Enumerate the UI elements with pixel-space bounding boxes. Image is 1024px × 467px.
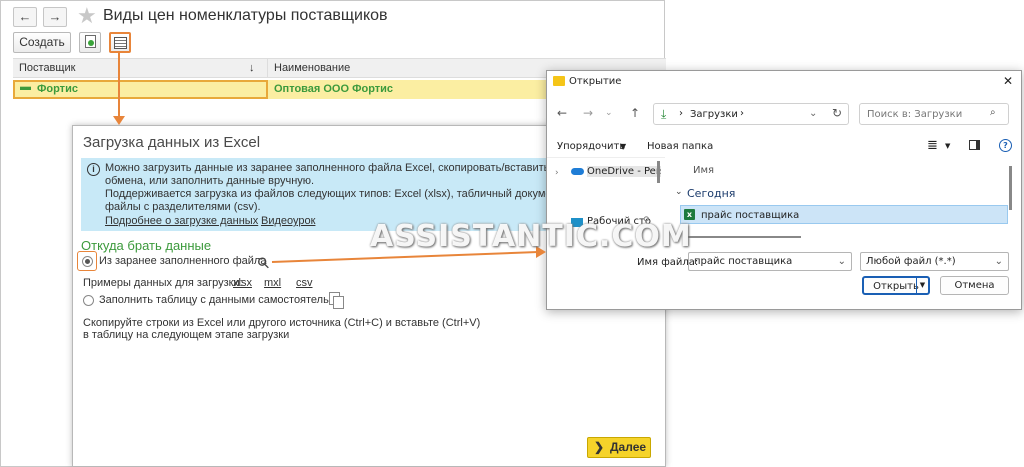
- next-button[interactable]: ❯ Далее: [587, 437, 651, 458]
- open-button[interactable]: Открыть ▼: [862, 276, 930, 295]
- group-today: Сегодня: [687, 187, 736, 200]
- file-name-value: прайс поставщика: [694, 256, 793, 267]
- watermark-text: ASSISTANTIC.COM: [370, 219, 692, 254]
- row-minus-icon: ▬: [20, 81, 31, 93]
- forward-arrow-icon[interactable]: →: [583, 106, 593, 120]
- view-caret-icon[interactable]: ▼: [945, 142, 950, 150]
- up-arrow-icon[interactable]: ↑: [630, 106, 640, 120]
- option-from-file-label[interactable]: Из заранее заполненного файла: [99, 255, 266, 267]
- copy-icon[interactable]: [329, 292, 344, 309]
- nav-scrollbar[interactable]: [657, 161, 660, 183]
- organize-caret-icon[interactable]: ▼: [620, 142, 626, 151]
- expand-chevron-icon[interactable]: ›: [555, 168, 559, 178]
- radio-manual[interactable]: [83, 295, 94, 306]
- open-dropdown-icon[interactable]: ▼: [916, 278, 928, 293]
- dropdown-chevron-icon[interactable]: ⌄: [995, 253, 1003, 270]
- video-tutorial-link[interactable]: Видеоурок: [261, 215, 315, 227]
- next-button-label: Далее: [610, 440, 647, 454]
- group-chevron-icon[interactable]: ⌄: [675, 187, 683, 197]
- hint-line: в таблицу на следующем этапе загрузки: [83, 329, 290, 341]
- dialog-title: Загрузка данных из Excel: [83, 134, 261, 151]
- back-arrow-icon[interactable]: ←: [557, 106, 567, 120]
- list-scrollbar[interactable]: [1009, 166, 1012, 210]
- preview-pane-icon[interactable]: [969, 140, 980, 150]
- add-document-icon: [84, 35, 96, 48]
- dialog-titlebar: Открытие ✕: [547, 71, 1021, 93]
- sort-arrow-icon: ↓: [249, 62, 255, 74]
- cell-name: Оптовая ООО Фортис: [274, 83, 394, 95]
- refresh-icon[interactable]: ↻: [832, 106, 842, 120]
- example-mxl-link[interactable]: mxl: [264, 277, 281, 289]
- dialog-title: Открытие: [569, 76, 622, 87]
- example-csv-link[interactable]: csv: [296, 277, 313, 289]
- cell-supplier: Фортис: [37, 83, 78, 95]
- help-icon[interactable]: ?: [999, 139, 1012, 152]
- dropdown-chevron-icon[interactable]: ⌄: [809, 108, 817, 119]
- column-header-name[interactable]: Имя: [693, 165, 714, 176]
- dropdown-chevron-icon[interactable]: ⌄: [838, 253, 846, 270]
- column-header-supplier[interactable]: Поставщик: [19, 62, 75, 74]
- open-button-label: Открыть: [873, 281, 919, 292]
- horizontal-scrollbar[interactable]: [683, 236, 801, 238]
- more-info-link[interactable]: Подробнее о загрузке данных: [105, 215, 258, 227]
- create-button[interactable]: Создать: [13, 32, 71, 53]
- cancel-button[interactable]: Отмена: [940, 276, 1009, 295]
- file-name-input[interactable]: прайс поставщика ⌄: [688, 252, 852, 271]
- chevron-down-icon[interactable]: ⌄: [605, 108, 613, 118]
- file-type-value: Любой файл (*.*): [866, 256, 956, 267]
- info-icon: i: [87, 163, 100, 176]
- new-folder-button[interactable]: Новая папка: [647, 141, 713, 152]
- open-file-dialog: Открытие ✕ ← → ⌄ ↑ ⤓ › Загрузки › ⌄ ↻ По…: [546, 70, 1022, 310]
- load-from-excel-button[interactable]: [109, 32, 131, 53]
- forward-button[interactable]: →: [43, 7, 67, 27]
- back-button[interactable]: ←: [13, 7, 37, 27]
- section-title: Откуда брать данные: [81, 238, 212, 253]
- search-input[interactable]: Поиск в: Загрузки ⌕: [859, 103, 1009, 125]
- hint-line: Скопируйте строки из Excel или другого и…: [83, 317, 481, 329]
- file-name: прайс поставщика: [701, 210, 800, 221]
- favorite-star-icon[interactable]: ★: [77, 4, 97, 28]
- address-bar[interactable]: ⤓ › Загрузки › ⌄ ↻: [653, 103, 849, 125]
- radio-highlight-frame: [77, 251, 97, 271]
- nav-item-onedrive[interactable]: OneDrive - Perso: [587, 166, 661, 177]
- example-xlsx-link[interactable]: xlsx: [233, 277, 252, 289]
- breadcrumb-sep: ›: [740, 108, 744, 119]
- search-placeholder: Поиск в: Загрузки: [867, 109, 963, 120]
- add-from-file-button[interactable]: [79, 32, 101, 53]
- page-title: Виды цен номенклатуры поставщиков: [103, 7, 388, 24]
- table-load-icon: [113, 37, 127, 49]
- paperclip-icon[interactable]: ⚲: [253, 253, 274, 273]
- column-divider: [267, 59, 268, 77]
- file-item[interactable]: x прайс поставщика: [680, 205, 1008, 224]
- breadcrumb-sep: ›: [679, 108, 683, 119]
- breadcrumb-downloads[interactable]: Загрузки: [690, 109, 738, 120]
- file-type-select[interactable]: Любой файл (*.*) ⌄: [860, 252, 1009, 271]
- view-menu-icon[interactable]: ≣: [927, 138, 938, 153]
- organize-menu[interactable]: Упорядочить: [557, 141, 625, 152]
- cloud-icon: [571, 168, 584, 175]
- chevron-right-icon: ❯: [594, 440, 605, 454]
- close-icon[interactable]: ✕: [1003, 74, 1013, 88]
- folder-icon: [553, 76, 565, 86]
- download-icon: ⤓: [661, 107, 667, 121]
- search-icon: ⌕: [990, 107, 996, 118]
- option-manual-label[interactable]: Заполнить таблицу с данными самостоятель…: [99, 294, 341, 306]
- examples-label: Примеры данных для загрузки:: [83, 277, 243, 289]
- column-header-name[interactable]: Наименование: [274, 62, 350, 74]
